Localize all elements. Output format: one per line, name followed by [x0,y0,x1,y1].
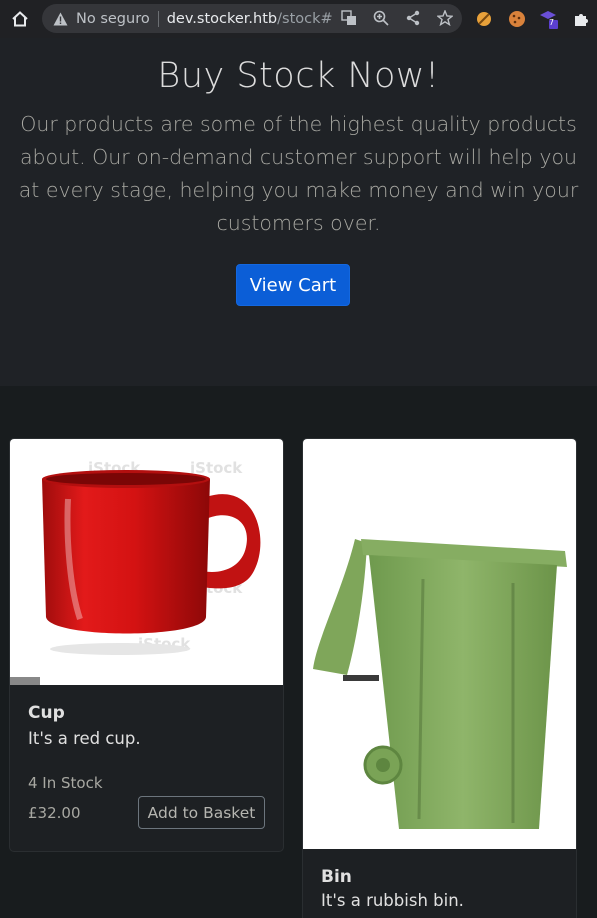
product-price: £32.00 [28,803,81,822]
page-title: Buy Stock Now! [157,56,440,96]
home-icon[interactable] [9,8,31,30]
view-cart-button[interactable]: View Cart [236,264,350,306]
badge-extension-icon[interactable]: 7 [538,9,558,29]
product-description: It's a rubbish bin. [321,891,464,910]
cup-image: iStock iStock iStock iStock iStock iStoc… [10,439,283,685]
extension-icon[interactable] [474,9,494,29]
hero-section: Buy Stock Now! Our products are some of … [0,38,597,386]
url-host: dev.stocker.htb [166,10,278,27]
share-icon[interactable] [404,9,422,27]
browser-toolbar: No seguro dev.stocker.htb/stock# 7 [0,0,597,38]
insecure-label[interactable]: No seguro [76,11,150,27]
product-description: It's a red cup. [28,729,141,748]
extension-badge-count: 7 [549,18,555,27]
cookie-extension-icon[interactable] [507,9,527,29]
extensions-puzzle-icon[interactable] [571,9,591,29]
address-separator [157,10,159,27]
bookmark-star-icon[interactable] [436,9,454,27]
url-path: /stock# [277,10,333,27]
add-to-basket-button[interactable]: Add to Basket [138,796,265,829]
bin-image [303,439,576,849]
translate-icon[interactable] [340,9,358,27]
products-section: iStock iStock iStock iStock iStock iStoc… [0,386,597,918]
product-name: Bin [321,867,352,887]
address-bar[interactable]: No seguro dev.stocker.htb/stock# [42,4,462,33]
warning-icon[interactable] [52,11,68,27]
product-card-bin: Bin It's a rubbish bin. [302,438,577,918]
hero-description: Our products are some of the highest qua… [18,112,579,235]
product-card-cup: iStock iStock iStock iStock iStock iStoc… [9,438,284,852]
product-name: Cup [28,703,65,723]
zoom-icon[interactable] [372,9,390,27]
stock-count: 4 In Stock [28,774,103,792]
